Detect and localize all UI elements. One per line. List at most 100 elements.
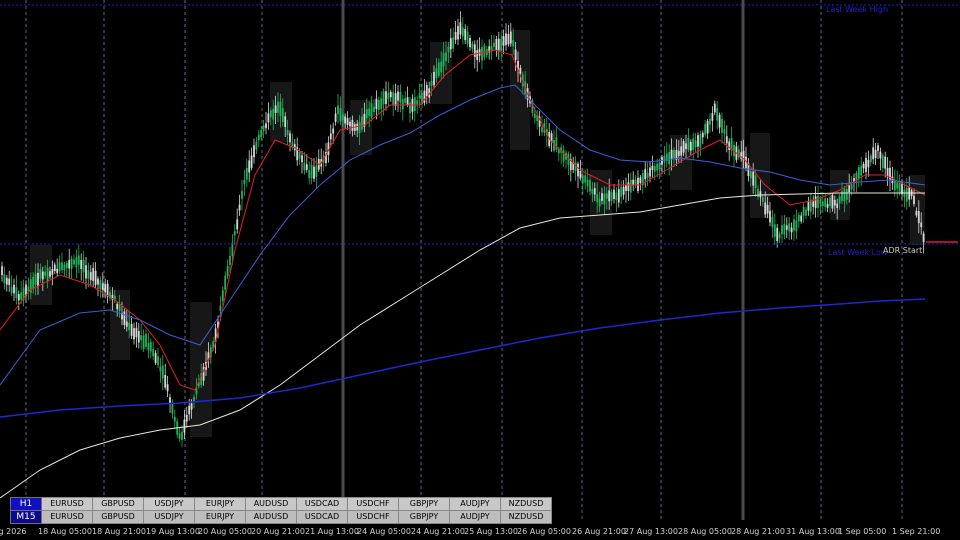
candle-body: [29, 279, 32, 293]
candle-body: [452, 37, 455, 49]
candle-body: [332, 128, 335, 134]
candle-body: [896, 182, 899, 189]
candle-body: [20, 292, 23, 300]
symbol-button-audusd[interactable]: AUDUSD: [245, 497, 297, 511]
candle-body: [245, 167, 248, 180]
candle-body: [680, 146, 683, 156]
price-chart: [0, 0, 960, 520]
candle-body: [898, 182, 901, 193]
time-axis-label: 26 Aug 05:00: [517, 527, 571, 536]
candle-body: [409, 102, 411, 114]
candle-body: [152, 349, 155, 357]
candle-body: [137, 331, 140, 343]
candle-body: [673, 149, 675, 158]
time-axis-label: 1 Sep 21:00: [892, 527, 941, 536]
candle-body: [821, 201, 824, 207]
candle-body: [505, 33, 507, 46]
adr-start-label: ADR Start: [883, 246, 923, 255]
symbol-button-gbpjpy[interactable]: GBPJPY: [398, 497, 450, 511]
candle-body: [128, 322, 131, 331]
candle-body: [133, 328, 135, 340]
symbol-button-usdchf[interactable]: USDCHF: [347, 497, 399, 511]
candle-body: [644, 169, 647, 180]
candle-body: [46, 267, 49, 282]
candle-body: [778, 233, 781, 239]
symbol-button-usdcad[interactable]: USDCAD: [296, 497, 348, 511]
symbol-button-usdchf-m15[interactable]: USDCHF: [347, 510, 399, 524]
candle-body: [596, 194, 599, 203]
candle-body: [711, 113, 714, 121]
symbol-button-nzdusd[interactable]: NZDUSD: [500, 497, 552, 511]
timeframe-button-h1[interactable]: H1: [10, 497, 42, 511]
candle-body: [555, 137, 558, 150]
candle-body: [289, 133, 291, 143]
symbol-button-audjpy-m15[interactable]: AUDJPY: [449, 510, 501, 524]
symbol-button-usdjpy[interactable]: USDJPY: [143, 497, 195, 511]
candle-body: [718, 114, 721, 128]
candle-body: [262, 125, 265, 131]
candle-body: [509, 31, 512, 44]
symbol-button-eurjpy-m15[interactable]: EURJPY: [194, 510, 246, 524]
sma-longterm-line: [0, 298, 926, 418]
candle-body: [512, 40, 515, 47]
candle-body: [34, 273, 37, 285]
candle-body: [118, 304, 121, 311]
candle-body: [615, 192, 618, 201]
candle-body: [56, 268, 59, 274]
candle-body: [248, 160, 251, 173]
candle-body: [334, 113, 337, 122]
symbol-button-gbpusd[interactable]: GBPUSD: [92, 497, 144, 511]
candle-body: [608, 190, 611, 202]
symbol-button-eurusd-m15[interactable]: EURUSD: [41, 510, 93, 524]
candle-body: [651, 165, 654, 170]
candle-body: [430, 81, 433, 86]
symbol-button-gbpusd-m15[interactable]: GBPUSD: [92, 510, 144, 524]
candle-body: [476, 50, 479, 61]
candle-body: [776, 227, 779, 242]
candle-body: [831, 194, 834, 209]
symbol-button-usdjpy-m15[interactable]: USDJPY: [143, 510, 195, 524]
symbol-button-audjpy[interactable]: AUDJPY: [449, 497, 501, 511]
candle-body: [286, 129, 289, 136]
candle-body: [865, 158, 867, 172]
candle-body: [385, 91, 387, 104]
symbol-button-gbpjpy-m15[interactable]: GBPJPY: [398, 510, 450, 524]
candle-body: [358, 121, 361, 134]
candle-body: [279, 102, 282, 116]
candle-body: [625, 185, 627, 191]
candle-body: [80, 259, 83, 269]
candle-body: [795, 220, 798, 232]
candle-body: [229, 255, 231, 265]
candle-body: [605, 193, 608, 199]
timeframe-button-m15[interactable]: M15: [10, 510, 42, 524]
symbol-button-nzdusd-m15[interactable]: NZDUSD: [500, 510, 552, 524]
symbol-button-usdcad-m15[interactable]: USDCAD: [296, 510, 348, 524]
candle-body: [255, 141, 258, 150]
candle-body: [1, 266, 3, 276]
candle-body: [94, 270, 97, 285]
candle-body: [507, 33, 510, 45]
candle-body: [41, 271, 44, 280]
symbol-button-eurusd[interactable]: EURUSD: [41, 497, 93, 511]
chart-window[interactable]: Last Week High Last Week Low ADR Start H…: [0, 0, 960, 540]
candle-body: [250, 155, 253, 168]
candle-body: [881, 155, 884, 169]
candle-body: [15, 287, 18, 298]
candle-body: [140, 335, 143, 341]
candle-body: [10, 287, 13, 293]
candle-body: [188, 405, 191, 415]
symbol-button-audusd-m15[interactable]: AUDUSD: [245, 510, 297, 524]
candle-body: [44, 271, 47, 276]
candle-body: [310, 164, 313, 179]
symbol-button-eurjpy[interactable]: EURJPY: [194, 497, 246, 511]
candle-body: [593, 188, 596, 195]
candle-body: [147, 342, 150, 351]
candle-body: [99, 280, 102, 290]
candle-body: [413, 97, 416, 112]
candle-body: [159, 366, 162, 372]
candle-body: [435, 68, 438, 79]
candle-body: [850, 184, 853, 190]
candle-body: [308, 170, 311, 179]
candle-body: [404, 98, 407, 103]
time-axis-label: 28 Aug 21:00: [731, 527, 785, 536]
